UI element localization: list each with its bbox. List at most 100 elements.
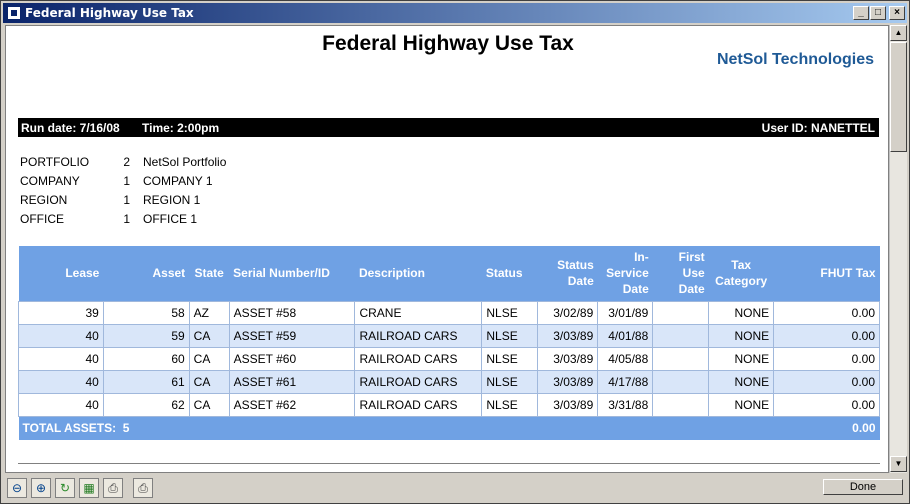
table-row[interactable]: 40 62 CA ASSET #62 RAILROAD CARS NLSE 3/…	[18, 392, 880, 417]
cell-fhut-tax: 0.00	[773, 346, 880, 371]
printer-icon[interactable]: ⎙	[133, 478, 153, 498]
hdr-line: Tax	[731, 258, 752, 273]
cell-lease: 40	[18, 346, 104, 371]
cell-tax-category: NONE	[708, 323, 775, 348]
cell-serial: ASSET #60	[228, 346, 356, 371]
col-header-tax-category[interactable]: Tax Category	[708, 246, 774, 301]
cell-status: NLSE	[481, 392, 539, 417]
total-row: TOTAL ASSETS: 5 0.00	[18, 416, 880, 440]
cell-serial: ASSET #59	[228, 323, 356, 348]
zoom-out-icon[interactable]: ⊖	[7, 478, 27, 498]
cell-fhut-tax: 0.00	[773, 300, 880, 325]
table-row[interactable]: 40 61 CA ASSET #61 RAILROAD CARS NLSE 3/…	[18, 369, 880, 394]
cell-first-use-date	[652, 300, 710, 325]
table-row[interactable]: 39 58 AZ ASSET #58 CRANE NLSE 3/02/89 3/…	[18, 300, 880, 325]
col-header-first-use-date[interactable]: First Use Date	[652, 246, 709, 301]
scroll-thumb[interactable]	[890, 42, 907, 152]
bottom-toolbar: ⊖ ⊕ ↻ ▦ ⎙ ⎙ Done	[3, 475, 907, 501]
close-button[interactable]: ×	[889, 6, 905, 20]
filter-value: REGION 1	[143, 193, 201, 207]
hdr-line: Status	[557, 258, 594, 273]
cell-lease: 40	[18, 369, 104, 394]
cell-description: CRANE	[354, 300, 483, 325]
cell-asset: 59	[102, 323, 190, 348]
cell-status-date: 3/03/89	[537, 323, 599, 348]
col-header-description[interactable]: Description	[354, 246, 482, 301]
cell-description: RAILROAD CARS	[354, 346, 483, 371]
excel-export-icon[interactable]: ▦	[79, 478, 99, 498]
hdr-line: Date	[567, 274, 594, 289]
cell-in-service-date: 4/17/88	[597, 369, 654, 394]
maximize-button[interactable]: □	[870, 6, 886, 20]
cell-serial: ASSET #58	[228, 300, 356, 325]
cell-fhut-tax: 0.00	[773, 369, 880, 394]
hdr-line: Category	[715, 274, 768, 289]
hdr-line: Use	[682, 266, 705, 281]
vertical-scrollbar[interactable]: ▲ ▼	[889, 25, 907, 473]
filter-num: 1	[123, 174, 130, 188]
cell-lease: 40	[18, 323, 104, 348]
hdr-line: Service	[606, 266, 649, 281]
cell-status: NLSE	[481, 300, 539, 325]
app-icon	[7, 6, 21, 20]
scroll-up-icon[interactable]: ▲	[890, 25, 907, 41]
cell-in-service-date: 4/01/88	[597, 323, 654, 348]
col-header-in-service-date[interactable]: In- Service Date	[597, 246, 653, 301]
filter-value: OFFICE 1	[143, 212, 198, 226]
scroll-down-icon[interactable]: ▼	[890, 456, 907, 472]
cell-tax-category: NONE	[708, 369, 775, 394]
cell-first-use-date	[652, 323, 710, 348]
cell-fhut-tax: 0.00	[773, 392, 880, 417]
cell-status-date: 3/03/89	[537, 346, 599, 371]
cell-first-use-date	[652, 369, 710, 394]
asset-table: Lease Asset State Serial Number/ID Descr…	[18, 246, 880, 440]
cell-in-service-date: 3/31/88	[597, 392, 654, 417]
cell-tax-category: NONE	[708, 392, 775, 417]
col-header-status-date[interactable]: Status Date	[537, 246, 598, 301]
zoom-in-icon[interactable]: ⊕	[31, 478, 51, 498]
cell-serial: ASSET #62	[228, 392, 356, 417]
cell-asset: 61	[102, 369, 190, 394]
total-label: TOTAL ASSETS:	[22, 421, 117, 436]
cell-state: CA	[188, 392, 230, 417]
cell-in-service-date: 3/01/89	[597, 300, 654, 325]
hdr-line: Date	[622, 282, 649, 297]
filter-num: 1	[123, 193, 130, 207]
col-header-state[interactable]: State	[189, 246, 230, 301]
cell-asset: 58	[102, 300, 190, 325]
cell-status: NLSE	[481, 369, 539, 394]
hdr-line: In-	[634, 250, 649, 265]
col-header-serial[interactable]: Serial Number/ID	[229, 246, 355, 301]
window-title: Federal Highway Use Tax	[25, 6, 194, 20]
cell-status-date: 3/03/89	[537, 369, 599, 394]
cell-fhut-tax: 0.00	[773, 323, 880, 348]
cell-status-date: 3/03/89	[537, 392, 599, 417]
run-time: Time: 2:00pm	[142, 121, 220, 135]
minimize-button[interactable]: _	[853, 6, 869, 20]
cell-state: CA	[188, 323, 230, 348]
col-header-asset[interactable]: Asset	[103, 246, 190, 301]
col-header-fhut-tax[interactable]: FHUT Tax	[773, 246, 880, 301]
refresh-icon[interactable]: ↻	[55, 478, 75, 498]
user-id: User ID: NANETTEL	[761, 121, 875, 135]
run-date: Run date: 7/16/08	[21, 121, 120, 135]
col-header-status[interactable]: Status	[481, 246, 538, 301]
cell-in-service-date: 4/05/88	[597, 346, 654, 371]
cell-serial: ASSET #61	[228, 369, 356, 394]
table-row[interactable]: 40 60 CA ASSET #60 RAILROAD CARS NLSE 3/…	[18, 346, 880, 371]
cell-asset: 60	[102, 346, 190, 371]
cell-first-use-date	[652, 392, 710, 417]
hdr-line: Date	[678, 282, 705, 297]
filter-value: NetSol Portfolio	[143, 155, 227, 169]
print-icon[interactable]: ⎙	[103, 478, 123, 498]
report-canvas: Federal Highway Use Tax NetSol Technolog…	[5, 25, 889, 473]
title-bar: Federal Highway Use Tax _ □ ×	[3, 3, 907, 23]
total-count: 5	[122, 421, 130, 436]
table-row[interactable]: 40 59 CA ASSET #59 RAILROAD CARS NLSE 3/…	[18, 323, 880, 348]
cell-state: CA	[188, 369, 230, 394]
cell-lease: 40	[18, 392, 104, 417]
brand-logo: NetSol Technologies	[716, 51, 874, 68]
col-header-lease[interactable]: Lease	[18, 246, 104, 301]
hdr-line: First	[678, 250, 705, 265]
done-button[interactable]: Done	[823, 479, 903, 495]
